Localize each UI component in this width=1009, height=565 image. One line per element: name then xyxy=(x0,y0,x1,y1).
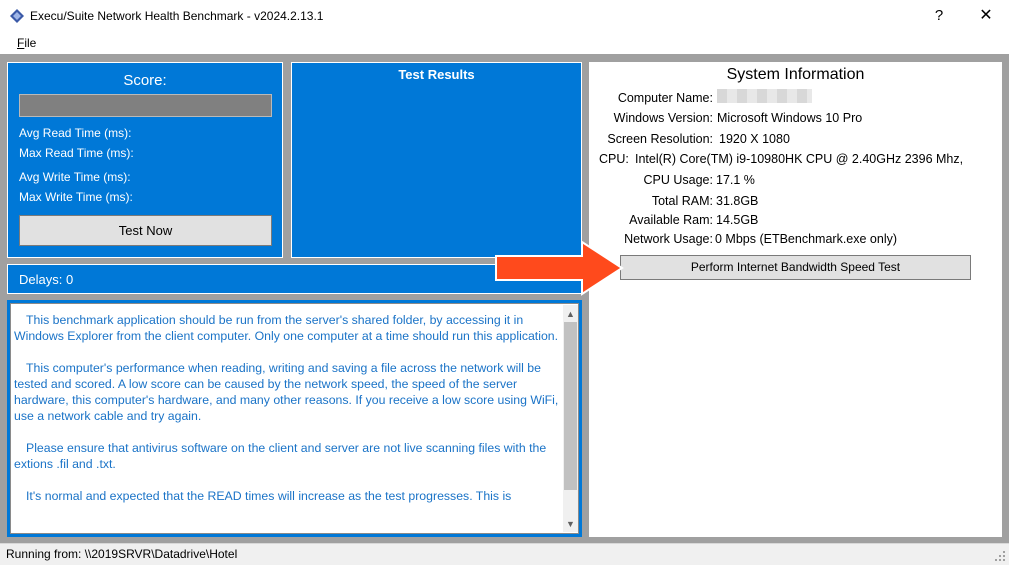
cpu-label: CPU: xyxy=(599,152,629,166)
network-usage-value: 0 Mbps (ETBenchmark.exe only) xyxy=(715,232,898,246)
cpu-value: Intel(R) Core(TM) i9-10980HK CPU @ 2.40G… xyxy=(635,152,964,166)
screen-resolution-value: 1920 X 1080 xyxy=(719,132,790,146)
test-results-panel: Test Results xyxy=(291,62,582,258)
scroll-thumb[interactable] xyxy=(564,322,577,490)
resize-grip-icon[interactable] xyxy=(994,550,1006,562)
info-textbox[interactable]: This benchmark application should be run… xyxy=(10,303,579,534)
available-ram-label: Available Ram: xyxy=(629,213,713,227)
help-button[interactable]: ? xyxy=(916,0,962,32)
max-read-time-label: Max Read Time (ms): xyxy=(19,146,134,160)
vertical-scrollbar[interactable]: ▲ ▼ xyxy=(563,305,578,532)
menu-bar: File xyxy=(0,32,1009,54)
menu-file-label: ile xyxy=(24,36,37,50)
score-panel: Score: Avg Read Time (ms): Max Read Time… xyxy=(7,62,283,258)
system-info-panel: System Information Computer Name: Window… xyxy=(589,62,1002,537)
score-title: Score: xyxy=(123,72,167,89)
status-bar: Running from: \\2019SRVR\Datadrive\Hotel xyxy=(0,543,1009,565)
info-paragraph: Please ensure that antivirus software on… xyxy=(14,441,547,471)
scroll-down-icon[interactable]: ▼ xyxy=(563,517,578,532)
scroll-up-icon[interactable]: ▲ xyxy=(563,307,578,322)
windows-version-label: Windows Version: xyxy=(613,111,713,125)
test-now-button[interactable]: Test Now xyxy=(19,215,272,246)
delays-text: Delays: 0 xyxy=(19,272,74,287)
screen-resolution-label: Screen Resolution: xyxy=(607,132,713,146)
info-frame: This benchmark application should be run… xyxy=(7,300,582,537)
avg-read-time-label: Avg Read Time (ms): xyxy=(19,126,132,140)
max-write-time-label: Max Write Time (ms): xyxy=(19,190,133,204)
available-ram-value: 14.5GB xyxy=(716,213,759,227)
speed-test-button[interactable]: Perform Internet Bandwidth Speed Test xyxy=(620,255,971,280)
test-results-title: Test Results xyxy=(398,67,475,82)
window-title: Execu/Suite Network Health Benchmark - v… xyxy=(30,9,324,23)
client-area: Score: Avg Read Time (ms): Max Read Time… xyxy=(0,54,1009,543)
score-progress-bar xyxy=(19,94,272,117)
total-ram-value: 31.8GB xyxy=(716,194,759,208)
computer-name-label: Computer Name: xyxy=(617,91,713,105)
info-paragraph: This computer's performance when reading… xyxy=(14,361,559,423)
avg-write-time-label: Avg Write Time (ms): xyxy=(19,170,131,184)
red-arrow-annotation xyxy=(495,240,624,296)
windows-version-value: Microsoft Windows 10 Pro xyxy=(717,111,863,125)
close-button[interactable]: ✕ xyxy=(963,0,1009,32)
app-icon xyxy=(10,9,24,23)
title-bar: Execu/Suite Network Health Benchmark - v… xyxy=(0,0,1009,32)
info-text: This benchmark application should be run… xyxy=(14,312,562,532)
computer-name-redacted xyxy=(717,89,812,103)
total-ram-label: Total RAM: xyxy=(651,194,713,208)
system-info-title: System Information xyxy=(726,66,865,83)
cpu-usage-value: 17.1 % xyxy=(716,173,755,187)
cpu-usage-label: CPU Usage: xyxy=(643,173,713,187)
menu-file[interactable]: File xyxy=(17,36,36,50)
status-text: Running from: \\2019SRVR\Datadrive\Hotel xyxy=(6,547,238,561)
info-paragraph: It's normal and expected that the READ t… xyxy=(26,489,512,503)
info-paragraph: This benchmark application should be run… xyxy=(14,313,559,343)
